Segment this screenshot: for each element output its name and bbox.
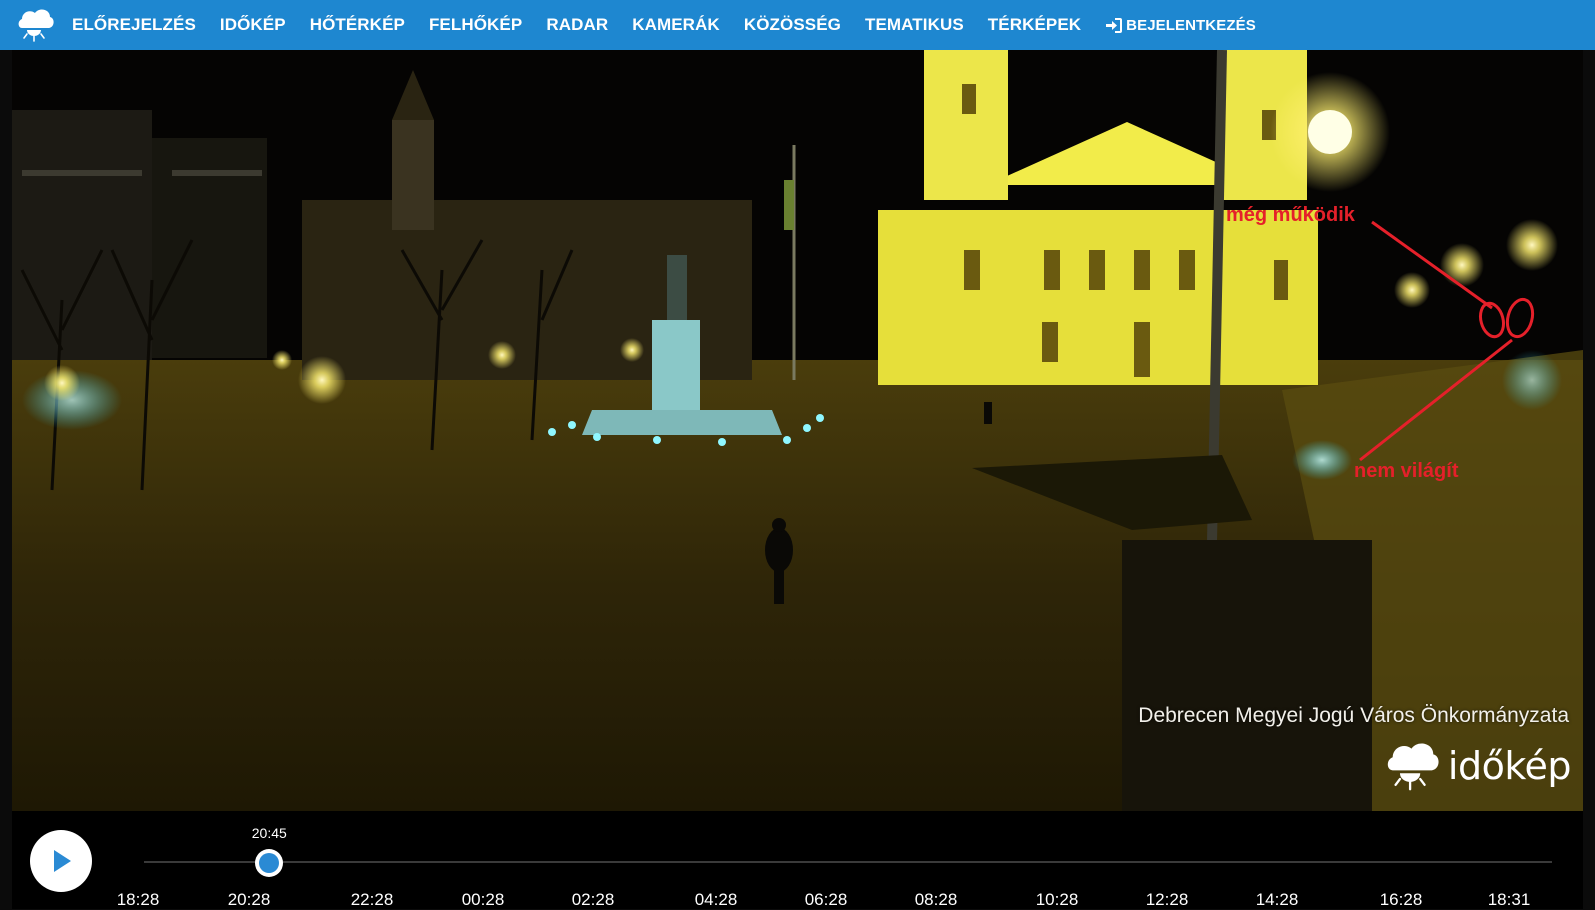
nav-item-idokep[interactable]: IDŐKÉP — [220, 15, 286, 35]
idokep-watermark-icon — [1387, 743, 1439, 791]
timeline-tick-label: 02:28 — [571, 890, 615, 909]
nav-item-felhokep[interactable]: FELHŐKÉP — [429, 15, 522, 35]
current-time-label: 20:45 — [251, 825, 287, 841]
annotation-not-lit: nem világít — [1354, 460, 1459, 482]
nav-item-elorejelzes[interactable]: ELŐREJELZÉS — [72, 15, 196, 35]
timeline-tick-label: 20:28 — [227, 890, 271, 909]
timeline-tick-label: 18:31 — [1487, 890, 1531, 909]
timeline-tick-label: 18:28 — [116, 890, 160, 909]
timeline-tick-label: 08:28 — [914, 890, 958, 909]
timeline-tick-label: 10:28 — [1035, 890, 1079, 909]
nav-item-tematikus[interactable]: TEMATIKUS — [865, 15, 964, 35]
play-icon — [54, 850, 71, 872]
play-button[interactable] — [30, 830, 92, 892]
annotation-working: még működik — [1226, 204, 1355, 226]
timeline-tick-label: 12:28 — [1145, 890, 1189, 909]
timeline-tick-label: 00:28 — [461, 890, 505, 909]
nav-item-hoterkep[interactable]: HŐTÉRKÉP — [310, 15, 405, 35]
login-button[interactable]: BEJELENTKEZÉS — [1105, 17, 1256, 34]
timeline-tick-label: 16:28 — [1379, 890, 1423, 909]
timeline-slider-handle[interactable] — [255, 849, 284, 877]
camera-credit: Debrecen Megyei Jogú Város Önkormányzata — [1138, 704, 1569, 727]
nav-item-radar[interactable]: RADAR — [546, 15, 608, 35]
timeline-tick-label: 22:28 — [350, 890, 394, 909]
top-navigation: ELŐREJELZÉS IDŐKÉP HŐTÉRKÉP FELHŐKÉP RAD… — [0, 0, 1595, 50]
login-label: BEJELENTKEZÉS — [1126, 16, 1256, 34]
idokep-logo-icon[interactable] — [14, 3, 58, 47]
camera-scene — [12, 50, 1583, 811]
timeline-bar: 20:45 18:28 20:28 22:28 00:28 02:28 04:28 06:2… — [12, 811, 1583, 909]
nav-item-kozosseg[interactable]: KÖZÖSSÉG — [744, 15, 841, 35]
timeline-tick-label: 04:28 — [694, 890, 738, 909]
timeline-tick-label: 06:28 — [804, 890, 848, 909]
idokep-watermark: időkép — [1384, 738, 1572, 794]
nav-item-kamerak[interactable]: KAMERÁK — [632, 15, 720, 35]
login-icon — [1106, 17, 1123, 33]
camera-image: még működik nem világít Debrecen Megyei … — [12, 50, 1583, 811]
timeline-track[interactable] — [144, 861, 1552, 863]
timeline-tick-label: 14:28 — [1255, 890, 1299, 909]
watermark-text: időkép — [1447, 744, 1572, 788]
nav-item-terkepek[interactable]: TÉRKÉPEK — [988, 15, 1081, 35]
